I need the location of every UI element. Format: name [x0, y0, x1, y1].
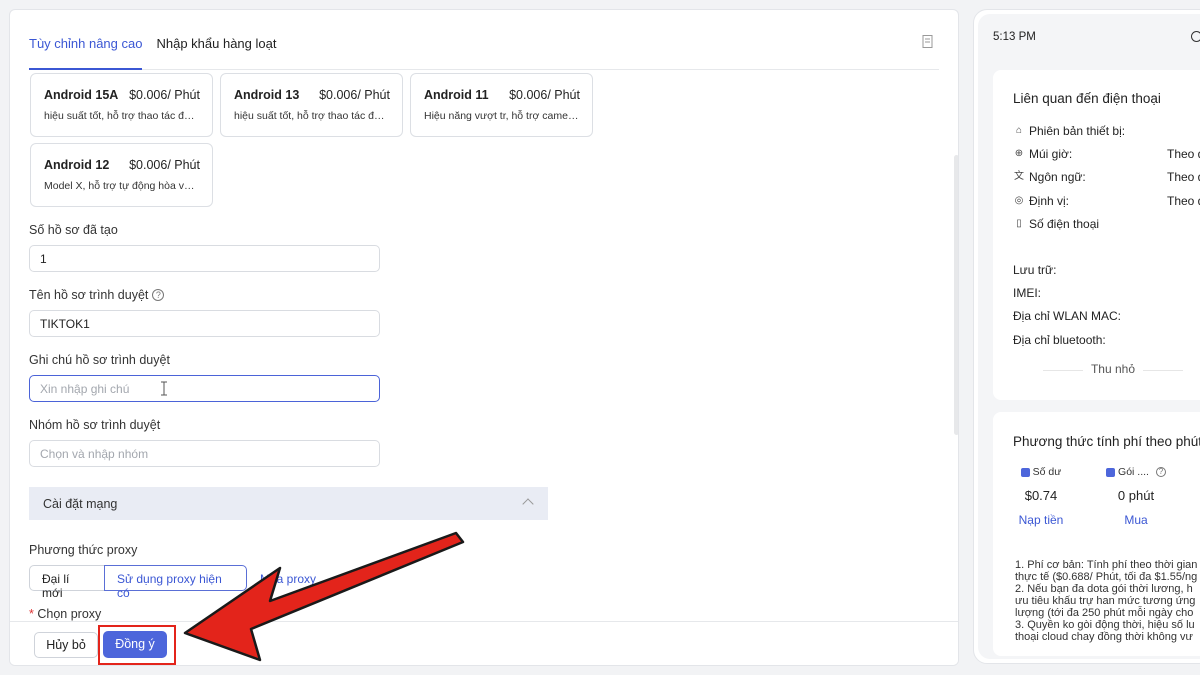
note-line: lượng (tới đa 250 phút mỗi ngày cho	[1015, 607, 1194, 619]
location-icon: ◎	[1014, 195, 1024, 206]
package-value: 0 phút	[1117, 488, 1155, 503]
note-placeholder: Xin nhập ghi chú	[40, 382, 130, 396]
tab-advanced-custom[interactable]: Tùy chỉnh nâng cao	[29, 34, 143, 70]
tab-bar: Tùy chỉnh nâng cao Nhập khẩu hàng loạt	[29, 34, 939, 70]
note-line: thoại cloud chay đồng thời không vư	[1015, 631, 1193, 643]
proxy-method-label: Phương thức proxy	[29, 543, 138, 557]
device-version-row: ⌂ Phiên bản thiết bị:	[1013, 124, 1125, 138]
timezone-label: Múi giờ:	[1029, 147, 1073, 161]
billing-title: Phương thức tính phí theo phút	[1013, 434, 1200, 449]
device-price: $0.006/ Phút	[129, 88, 200, 102]
timezone-value: Theo dõ	[1167, 147, 1200, 161]
tab-bulk-import[interactable]: Nhập khẩu hàng loạt	[156, 34, 276, 70]
phone-number-label: Số điện thoại	[1029, 217, 1100, 231]
device-name: Android 12	[44, 158, 110, 172]
location-row: ◎ Định vị:	[1013, 194, 1069, 208]
phone-number-row: ▯ Số điện thoại	[1013, 217, 1099, 231]
network-settings-section[interactable]: Cài đặt mạng	[29, 487, 548, 520]
text-cursor-icon	[161, 381, 167, 396]
profile-count-label: Số hồ sơ đã tạo	[29, 223, 118, 237]
required-mark: *	[29, 607, 34, 621]
wallet-icon	[1020, 467, 1030, 477]
note-input[interactable]: Xin nhập ghi chú	[29, 375, 380, 402]
cancel-button[interactable]: Hủy bỏ	[34, 632, 98, 658]
language-row: 文 Ngôn ngữ:	[1013, 170, 1086, 184]
device-desc: hiệu suất tốt, hỗ trợ thao tác đôn...	[44, 110, 200, 122]
profile-count-input[interactable]: 1	[29, 245, 380, 272]
note-line: thực tế ($0.688/ Phút, tối đa $1.55/ng	[1015, 571, 1198, 583]
chevron-up-icon	[522, 498, 534, 510]
buy-proxy-link[interactable]: Mua proxy	[260, 572, 316, 586]
balance-value: $0.74	[1024, 488, 1058, 503]
note-line: ưu tiêu khấu trự han mức tương ứng	[1015, 595, 1196, 607]
billing-card: Phương thức tính phí theo phút Số dư $0.…	[993, 412, 1200, 656]
phone-related-title: Liên quan đến điện thoại	[1013, 91, 1161, 106]
footer-actions: Hủy bỏ Đồng ý	[10, 621, 958, 665]
phone-preview: 5:13 PM Liên quan đến điện thoại ⌂ Phiên …	[973, 9, 1200, 664]
group-select[interactable]: Chọn và nhập nhóm	[29, 440, 380, 467]
help-icon[interactable]: ?	[152, 289, 165, 301]
translate-icon: 文	[1014, 171, 1024, 182]
profile-name-label-text: Tên hồ sơ trình duyệt	[29, 288, 149, 302]
confirm-button[interactable]: Đồng ý	[103, 631, 167, 658]
device-version-icon: ⌂	[1015, 125, 1023, 136]
balance-column: Số dư $0.74 Nạp tiền	[1018, 466, 1064, 527]
device-price: $0.006/ Phút	[129, 158, 200, 172]
language-label: Ngôn ngữ:	[1029, 170, 1086, 184]
device-card-android-13[interactable]: Android 13 $0.006/ Phút hiệu suất tốt, hỗ…	[220, 73, 403, 137]
device-desc: Hiệu năng vượt tr, hỗ trợ camera ...	[424, 110, 580, 122]
bluetooth-label: Địa chỉ bluetooth:	[1013, 333, 1106, 347]
alarm-clock-icon	[1191, 31, 1200, 42]
proxy-option-new-agent[interactable]: Đại lí mới	[29, 565, 105, 600]
device-card-android-11[interactable]: Android 11 $0.006/ Phút Hiệu năng vượt tr…	[410, 73, 593, 137]
document-icon[interactable]	[921, 34, 935, 50]
network-settings-title: Cài đặt mạng	[43, 497, 118, 511]
package-label: Gói ....	[1118, 466, 1149, 478]
third-column	[1194, 466, 1200, 475]
help-icon[interactable]: ?	[1155, 467, 1166, 477]
wlan-mac-label: Địa chỉ WLAN MAC:	[1013, 309, 1122, 323]
globe-icon: ⊕	[1014, 148, 1024, 159]
language-value: Theo dõ	[1167, 170, 1200, 184]
device-desc: Model X, hỗ trợ tự động hòa và d...	[44, 180, 200, 192]
storage-label: Lưu trữ:	[1013, 263, 1057, 277]
device-name: Android 15A	[44, 88, 119, 102]
phone-screen: 5:13 PM Liên quan đến điện thoại ⌂ Phiên …	[978, 14, 1200, 659]
package-icon	[1106, 467, 1116, 477]
device-price: $0.006/ Phút	[509, 88, 580, 102]
proxy-option-existing[interactable]: Sử dụng proxy hiện có	[104, 565, 247, 600]
device-version-label: Phiên bản thiết bị:	[1029, 124, 1126, 138]
group-label: Nhóm hồ sơ trình duyệt	[29, 418, 161, 432]
profile-name-label: Tên hồ sơ trình duyệt?	[29, 288, 165, 302]
top-up-link[interactable]: Nạp tiền	[1018, 513, 1064, 527]
device-card-android-12[interactable]: Android 12 $0.006/ Phút Model X, hỗ trợ t…	[30, 143, 213, 207]
device-desc: hiệu suất tốt, hỗ trợ thao tác đăn...	[234, 110, 390, 122]
note-line: 3. Quyền ko gòi động thời, hiệu số lu	[1015, 619, 1195, 631]
balance-label: Số dư	[1032, 466, 1062, 478]
note-line: 2. Nếu bạn đa dota gói thời lương, h	[1015, 583, 1193, 595]
status-time: 5:13 PM	[993, 31, 1036, 43]
package-column: Gói ....? 0 phút Mua	[1101, 466, 1171, 527]
device-name: Android 11	[424, 88, 489, 102]
buy-package-link[interactable]: Mua	[1101, 513, 1171, 527]
scrollbar[interactable]	[954, 155, 958, 435]
choose-proxy-label: * Chọn proxy	[29, 607, 101, 621]
imei-label: IMEI:	[1013, 286, 1042, 300]
device-card-android-15a[interactable]: Android 15A $0.006/ Phút hiệu suất tốt, h…	[30, 73, 213, 137]
collapse-button[interactable]: Thu nhỏ	[993, 362, 1200, 376]
timezone-row: ⊕ Múi giờ:	[1013, 147, 1072, 161]
choose-proxy-text: Chọn proxy	[37, 607, 102, 621]
location-value: Theo dõ	[1167, 194, 1200, 208]
note-label: Ghi chú hồ sơ trình duyệt	[29, 353, 170, 367]
billing-notes: 1. Phí cơ bản: Tính phí theo thời gian t…	[1015, 559, 1200, 643]
location-label: Định vị:	[1029, 194, 1070, 208]
note-line: 1. Phí cơ bản: Tính phí theo thời gian	[1015, 559, 1198, 571]
phone-related-card: Liên quan đến điện thoại ⌂ Phiên bản thiế…	[993, 70, 1200, 400]
profile-name-input[interactable]: TIKTOK1	[29, 310, 380, 337]
create-profile-panel: Tùy chỉnh nâng cao Nhập khẩu hàng loạt A…	[9, 9, 959, 666]
phone-icon: ▯	[1016, 218, 1022, 229]
device-price: $0.006/ Phút	[319, 88, 390, 102]
device-name: Android 13	[234, 88, 300, 102]
